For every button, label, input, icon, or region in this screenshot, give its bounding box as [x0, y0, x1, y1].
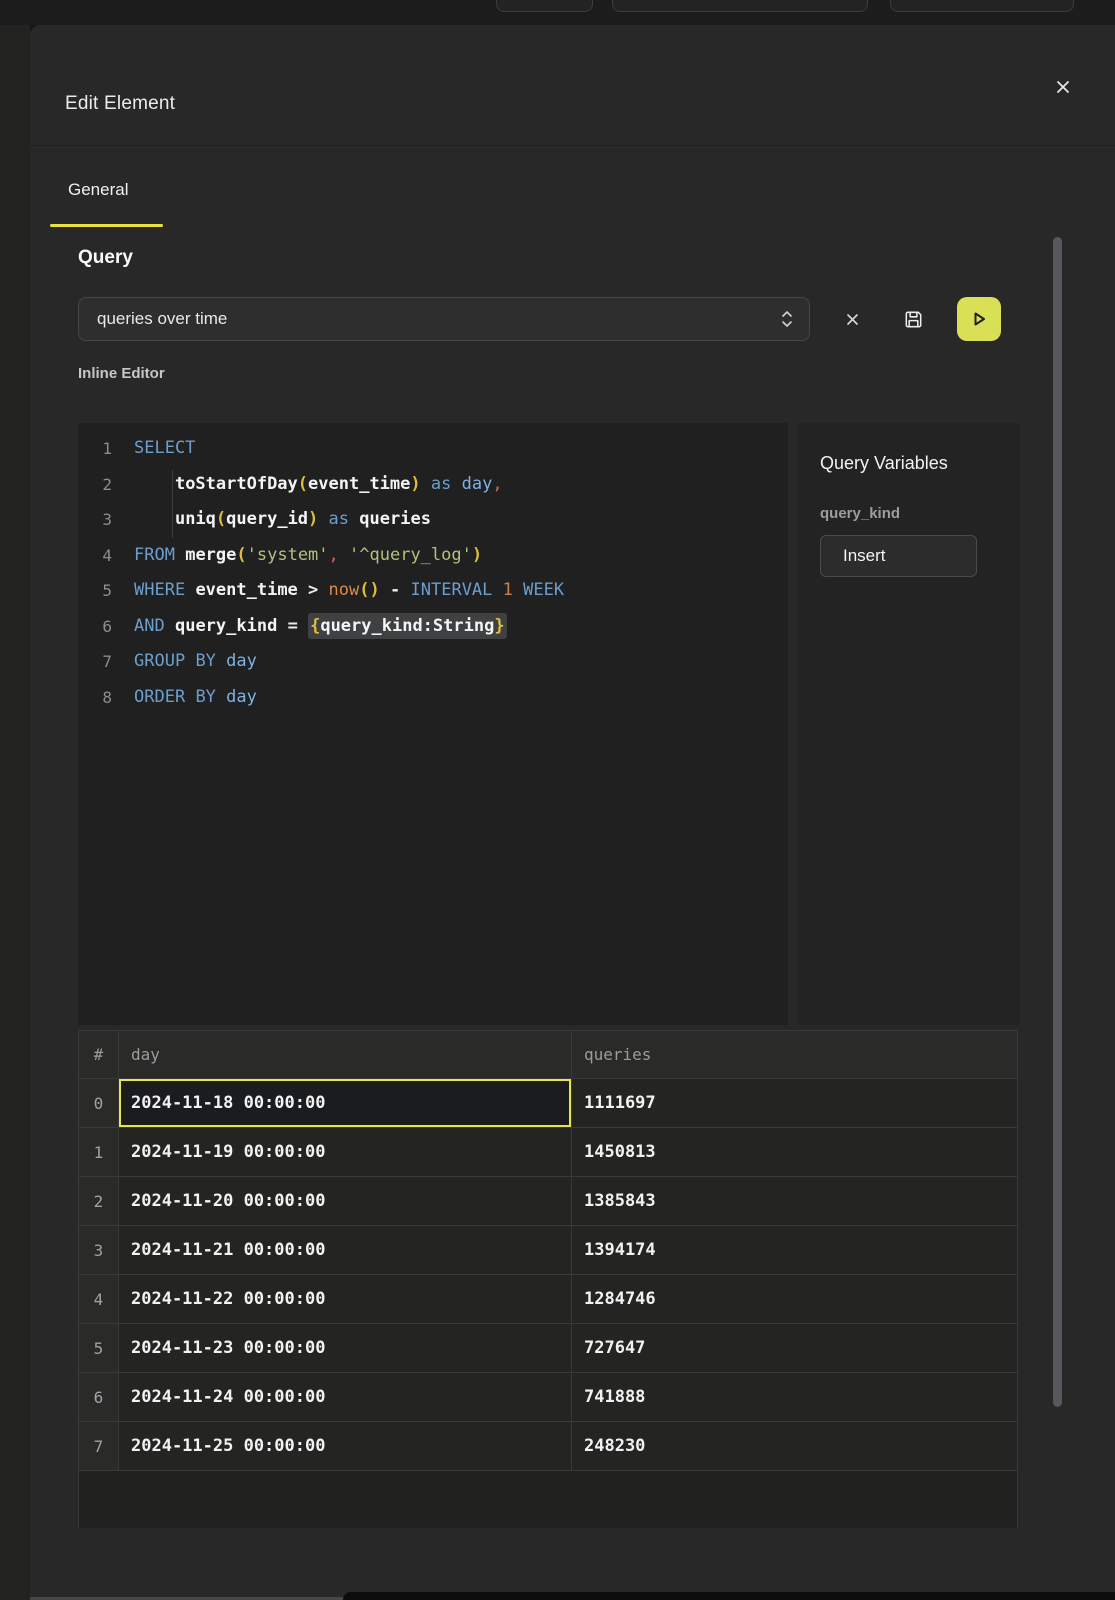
queries-cell[interactable]: 1394174 [572, 1226, 1017, 1275]
insert-variable-button[interactable]: Insert [820, 535, 977, 577]
day-cell[interactable]: 2024-11-23 00:00:00 [119, 1324, 572, 1373]
row-index-cell[interactable]: 3 [79, 1226, 119, 1275]
line-number: 7 [78, 644, 134, 680]
line-number: 2 [78, 467, 134, 503]
query-select[interactable]: queries over time [78, 297, 810, 341]
line-number: 6 [78, 609, 134, 645]
line-number: 3 [78, 502, 134, 538]
column-header-index[interactable]: # [79, 1031, 119, 1079]
chevron-up-down-icon [779, 308, 795, 330]
day-cell-selected[interactable]: 2024-11-18 00:00:00 [119, 1079, 572, 1128]
queries-cell[interactable]: 1385843 [572, 1177, 1017, 1226]
code-lines: 1SELECT2 toStartOfDay(event_time) as day… [78, 423, 788, 715]
row-index-cell[interactable]: 7 [79, 1422, 119, 1471]
line-number: 8 [78, 680, 134, 716]
background-bottom-panel [343, 1592, 1115, 1600]
code-line: 1SELECT [78, 431, 788, 467]
header-divider [30, 145, 1115, 146]
insert-button-label: Insert [843, 546, 886, 566]
tab-active-indicator [50, 224, 163, 227]
day-cell[interactable]: 2024-11-20 00:00:00 [119, 1177, 572, 1226]
day-cell[interactable]: 2024-11-19 00:00:00 [119, 1128, 572, 1177]
variable-name-label: query_kind [820, 505, 900, 522]
row-index-cell[interactable]: 2 [79, 1177, 119, 1226]
day-cell[interactable]: 2024-11-24 00:00:00 [119, 1373, 572, 1422]
clear-query-button[interactable] [830, 297, 874, 341]
query-variables-panel: Query Variables query_kind Insert [798, 423, 1020, 1025]
table-row[interactable]: 22024-11-20 00:00:001385843 [79, 1177, 1017, 1226]
background-page-edge [0, 25, 30, 1600]
code-line: 2 toStartOfDay(event_time) as day, [78, 467, 788, 503]
queries-cell[interactable]: 1284746 [572, 1275, 1017, 1324]
table-row[interactable]: 12024-11-19 00:00:001450813 [79, 1128, 1017, 1177]
results-header-row: # day queries [79, 1031, 1017, 1079]
code-line: 4FROM merge('system', '^query_log') [78, 538, 788, 574]
query-section-label: Query [78, 247, 133, 269]
screen: Edit Element General Query queries over … [0, 0, 1115, 1600]
run-query-button[interactable] [957, 297, 1001, 341]
results-table-filler [79, 1471, 1017, 1528]
row-index-cell[interactable]: 0 [79, 1079, 119, 1128]
close-button[interactable] [1045, 69, 1081, 105]
tab-general[interactable]: General [68, 180, 128, 200]
close-icon [1054, 78, 1072, 96]
background-toolbar-button [612, 0, 868, 12]
line-number: 1 [78, 431, 134, 467]
save-floppy-icon [902, 308, 925, 331]
results-table: # day queries 02024-11-18 00:00:00111169… [78, 1030, 1018, 1528]
table-row[interactable]: 62024-11-24 00:00:00741888 [79, 1373, 1017, 1422]
day-cell[interactable]: 2024-11-21 00:00:00 [119, 1226, 572, 1275]
queries-cell[interactable]: 727647 [572, 1324, 1017, 1373]
row-index-cell[interactable]: 1 [79, 1128, 119, 1177]
day-cell[interactable]: 2024-11-25 00:00:00 [119, 1422, 572, 1471]
table-row[interactable]: 52024-11-23 00:00:00727647 [79, 1324, 1017, 1373]
queries-cell[interactable]: 1111697 [572, 1079, 1017, 1128]
queries-cell[interactable]: 248230 [572, 1422, 1017, 1471]
table-row[interactable]: 32024-11-21 00:00:001394174 [79, 1226, 1017, 1275]
play-icon [970, 310, 988, 328]
row-index-cell[interactable]: 5 [79, 1324, 119, 1373]
sql-code-editor[interactable]: 1SELECT2 toStartOfDay(event_time) as day… [78, 423, 788, 1025]
row-index-cell[interactable]: 4 [79, 1275, 119, 1324]
modal-scrollbar-thumb[interactable] [1053, 237, 1062, 1407]
modal-title: Edit Element [65, 93, 175, 115]
clear-x-icon [845, 312, 860, 327]
background-top-bar [0, 0, 1115, 25]
code-line: 7GROUP BY day [78, 644, 788, 680]
table-row[interactable]: 02024-11-18 00:00:001111697 [79, 1079, 1017, 1128]
table-row[interactable]: 42024-11-22 00:00:001284746 [79, 1275, 1017, 1324]
query-select-value: queries over time [97, 309, 779, 329]
queries-cell[interactable]: 741888 [572, 1373, 1017, 1422]
code-line: 3 uniq(query_id) as queries [78, 502, 788, 538]
code-line: 8ORDER BY day [78, 680, 788, 716]
line-number: 4 [78, 538, 134, 574]
line-number: 5 [78, 573, 134, 609]
day-cell[interactable]: 2024-11-22 00:00:00 [119, 1275, 572, 1324]
results-body: 02024-11-18 00:00:00111169712024-11-19 0… [79, 1079, 1017, 1471]
code-line: 5WHERE event_time > now() - INTERVAL 1 W… [78, 573, 788, 609]
code-line: 6AND query_kind = {query_kind:String} [78, 609, 788, 645]
inline-editor-label: Inline Editor [78, 365, 165, 382]
background-toolbar-button [890, 0, 1074, 12]
table-row[interactable]: 72024-11-25 00:00:00248230 [79, 1422, 1017, 1471]
row-index-cell[interactable]: 6 [79, 1373, 119, 1422]
column-header-day[interactable]: day [119, 1031, 572, 1079]
background-toolbar-button [496, 0, 593, 12]
save-query-button[interactable] [891, 297, 935, 341]
queries-cell[interactable]: 1450813 [572, 1128, 1017, 1177]
column-header-queries[interactable]: queries [572, 1031, 1017, 1079]
edit-element-modal: Edit Element General Query queries over … [30, 25, 1115, 1600]
query-variables-title: Query Variables [820, 453, 948, 474]
